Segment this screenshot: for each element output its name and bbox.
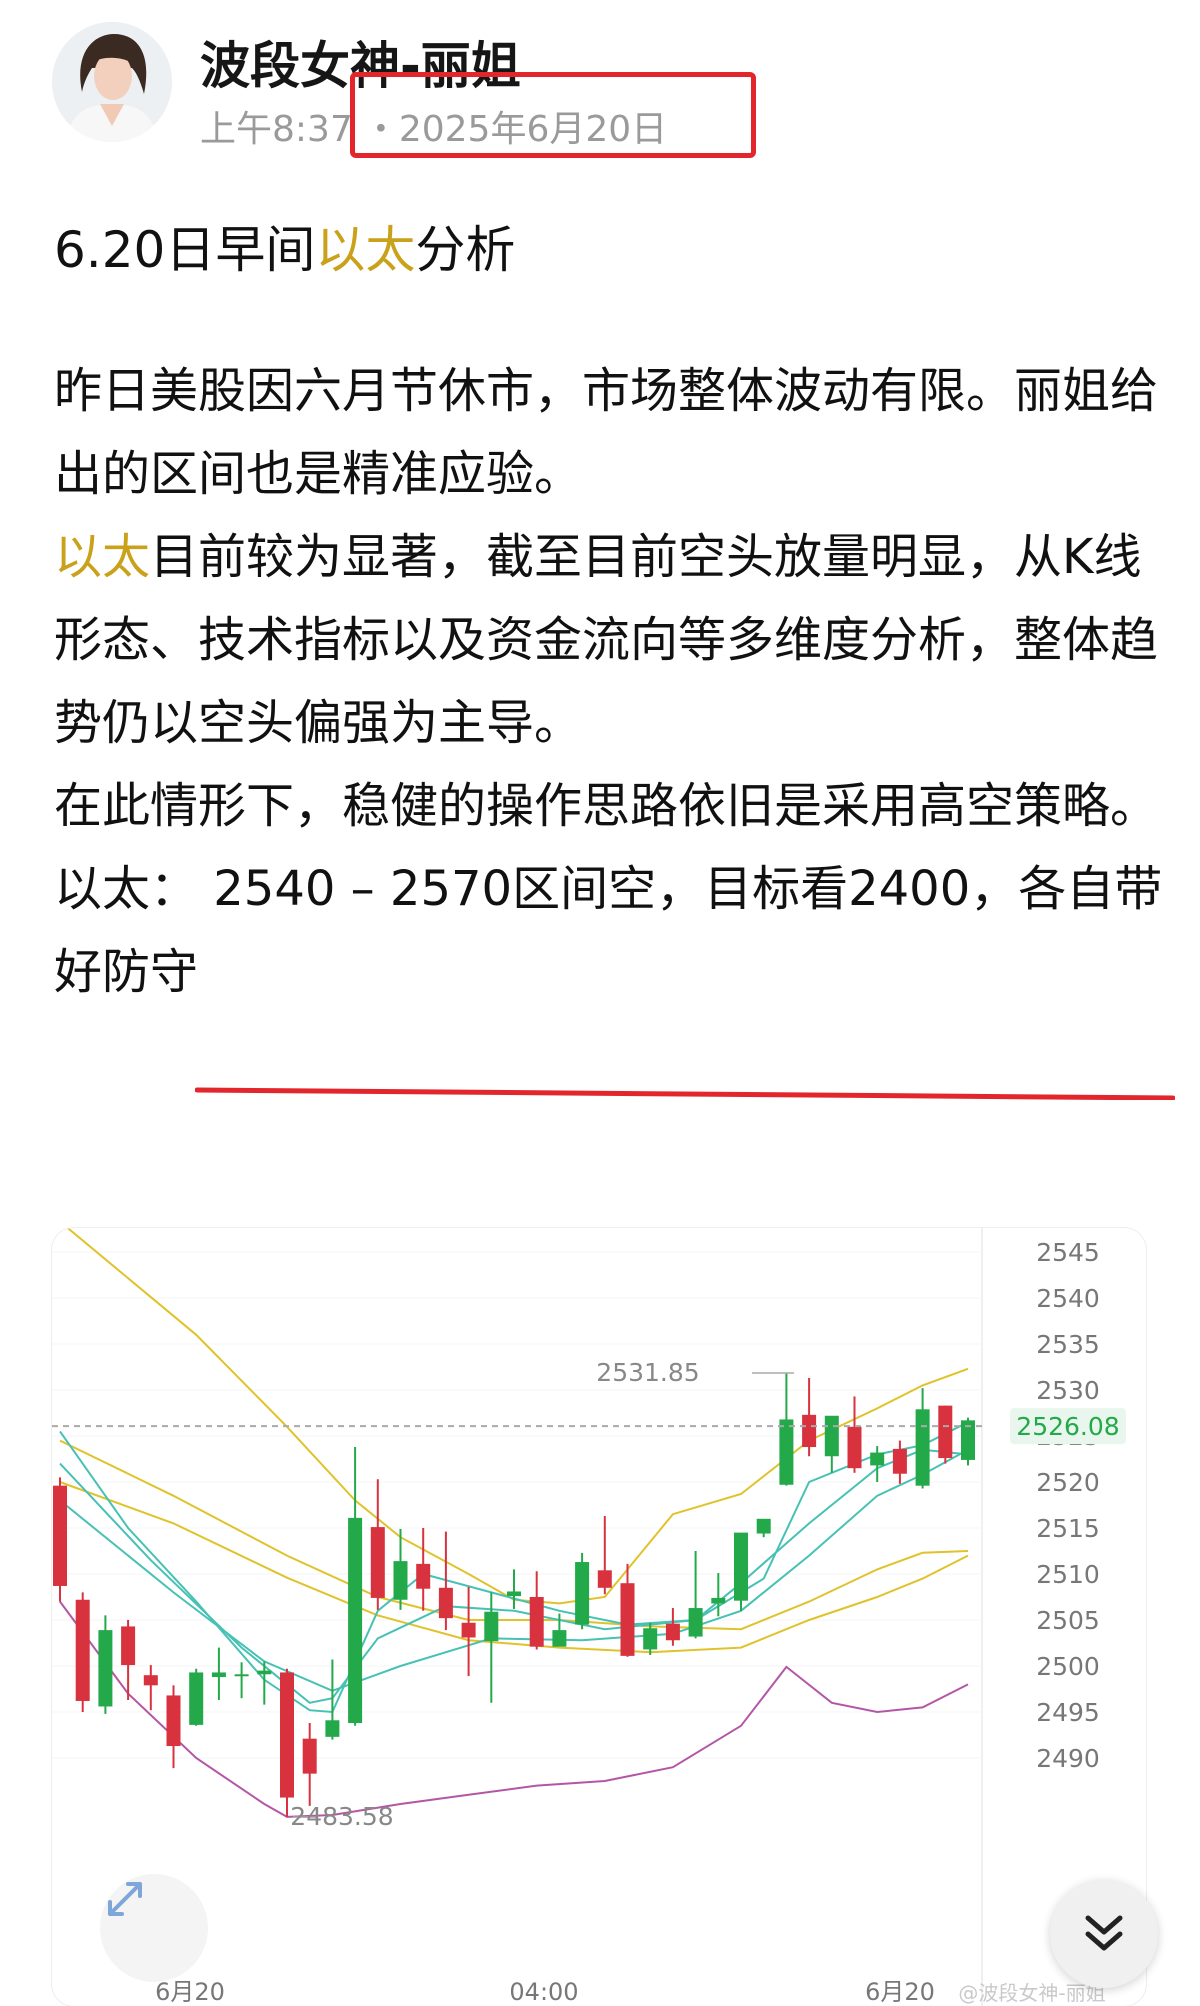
candle-body xyxy=(416,1563,431,1589)
candle-body xyxy=(870,1452,885,1466)
candle-body xyxy=(938,1405,953,1459)
candle-body xyxy=(484,1611,499,1642)
title-suffix: 分析 xyxy=(415,221,516,279)
paragraph-text: 昨日美股因六月节休市，市场整体波动有限。丽姐给出的区间也是精准应验。 xyxy=(54,363,1159,502)
candle-body xyxy=(257,1670,272,1675)
expand-icon xyxy=(108,1882,142,1916)
paragraph-4: 以太： 2540 – 2570区间空，目标看2400，各自带好防守 xyxy=(54,848,1174,1014)
candle-body xyxy=(824,1415,839,1457)
indicator-line xyxy=(66,1228,969,1605)
candle-body xyxy=(552,1630,567,1647)
candle-body xyxy=(688,1608,703,1637)
candle-body xyxy=(75,1599,90,1701)
candle-body xyxy=(234,1674,249,1677)
current-price-label: 2526.08 xyxy=(1016,1412,1119,1441)
y-tick-label: 2505 xyxy=(1036,1606,1100,1635)
x-tick-label: 6月20 xyxy=(865,1978,935,2006)
candle-body xyxy=(280,1672,294,1798)
low-label: 2483.58 xyxy=(290,1802,393,1831)
candle-body xyxy=(620,1583,635,1656)
y-tick-label: 2520 xyxy=(1036,1468,1100,1497)
candle-body xyxy=(370,1527,385,1598)
candle-body xyxy=(121,1626,136,1666)
candle-body xyxy=(711,1597,726,1604)
candle-body xyxy=(597,1570,612,1588)
paragraph-highlight: 以太 xyxy=(54,529,151,585)
candle-body xyxy=(53,1485,67,1586)
candle-body xyxy=(143,1675,158,1686)
title-highlight: 以太 xyxy=(315,221,416,279)
y-tick-label: 2535 xyxy=(1036,1330,1100,1359)
candle-body xyxy=(756,1518,771,1534)
scroll-down-button[interactable] xyxy=(1050,1880,1158,1988)
x-tick-label: 04:00 xyxy=(509,1978,578,2006)
candle-body xyxy=(189,1672,204,1725)
expand-chart-button[interactable] xyxy=(100,1874,208,1982)
candle-body xyxy=(802,1414,817,1448)
candle-body xyxy=(779,1419,794,1485)
paragraph-2: 以太目前较为显著，截至目前空头放量明显，从K线形态、技术指标以及资金流向等多维度… xyxy=(54,516,1174,765)
candle-body xyxy=(507,1591,521,1597)
candle-body xyxy=(211,1672,226,1678)
y-tick-label: 2510 xyxy=(1036,1560,1100,1589)
y-tick-label: 2515 xyxy=(1036,1514,1100,1543)
paragraph-1: 昨日美股因六月节休市，市场整体波动有限。丽姐给出的区间也是精准应验。 xyxy=(54,350,1174,516)
candle-body xyxy=(302,1738,317,1774)
x-tick-label: 6月20 xyxy=(155,1978,225,2006)
author-avatar[interactable] xyxy=(52,22,172,142)
candle-body xyxy=(166,1695,181,1747)
candle-body xyxy=(847,1426,862,1469)
paragraph-text: 在此情形下，稳健的操作思路依旧是采用高空策略。 xyxy=(54,778,1159,834)
candle-body xyxy=(665,1623,680,1641)
candle-body xyxy=(348,1517,363,1724)
y-tick-label: 2490 xyxy=(1036,1744,1100,1773)
candle-body xyxy=(915,1409,930,1486)
paragraph-text: 目前较为显著，截至目前空头放量明显，从K线形态、技术指标以及资金流向等多维度分析… xyxy=(54,529,1159,751)
title-prefix: 6.20日早间 xyxy=(54,221,316,279)
candle-body xyxy=(461,1622,476,1638)
high-label: 2531.85 xyxy=(596,1358,699,1387)
post-time: 上午8:37 xyxy=(200,109,353,150)
candle-body xyxy=(98,1630,113,1707)
candle-body xyxy=(529,1597,544,1647)
candle-body xyxy=(575,1562,590,1625)
post-title: 6.20日早间以太分析 xyxy=(54,210,515,282)
candle-body xyxy=(643,1628,658,1650)
candle-body xyxy=(325,1720,340,1737)
double-chevron-down-icon xyxy=(1085,1915,1123,1951)
y-tick-label: 2540 xyxy=(1036,1284,1100,1313)
candle-body xyxy=(734,1532,748,1601)
candle-body xyxy=(892,1448,907,1474)
paragraph-3: 在此情形下，稳健的操作思路依旧是采用高空策略。 xyxy=(54,765,1174,848)
date-highlight-box xyxy=(350,72,756,158)
y-tick-label: 2545 xyxy=(1036,1238,1100,1267)
candle-body xyxy=(393,1561,408,1600)
price-chart[interactable]: 2545254025352530252525202515251025052500… xyxy=(52,1228,1146,2006)
paragraph-text: 以太： 2540 – 2570区间空，目标看2400，各自带好防守 xyxy=(54,861,1163,1000)
post-body: 昨日美股因六月节休市，市场整体波动有限。丽姐给出的区间也是精准应验。 以太目前较… xyxy=(54,350,1174,1014)
y-tick-label: 2530 xyxy=(1036,1376,1100,1405)
y-tick-label: 2500 xyxy=(1036,1652,1100,1681)
chart-svg: 2545254025352530252525202515251025052500… xyxy=(52,1228,1126,2006)
candle-body xyxy=(438,1587,453,1619)
watermark: @波段女神-丽姐 xyxy=(958,1981,1105,2005)
red-underline-annotation xyxy=(195,1087,1175,1100)
y-tick-label: 2495 xyxy=(1036,1698,1100,1727)
